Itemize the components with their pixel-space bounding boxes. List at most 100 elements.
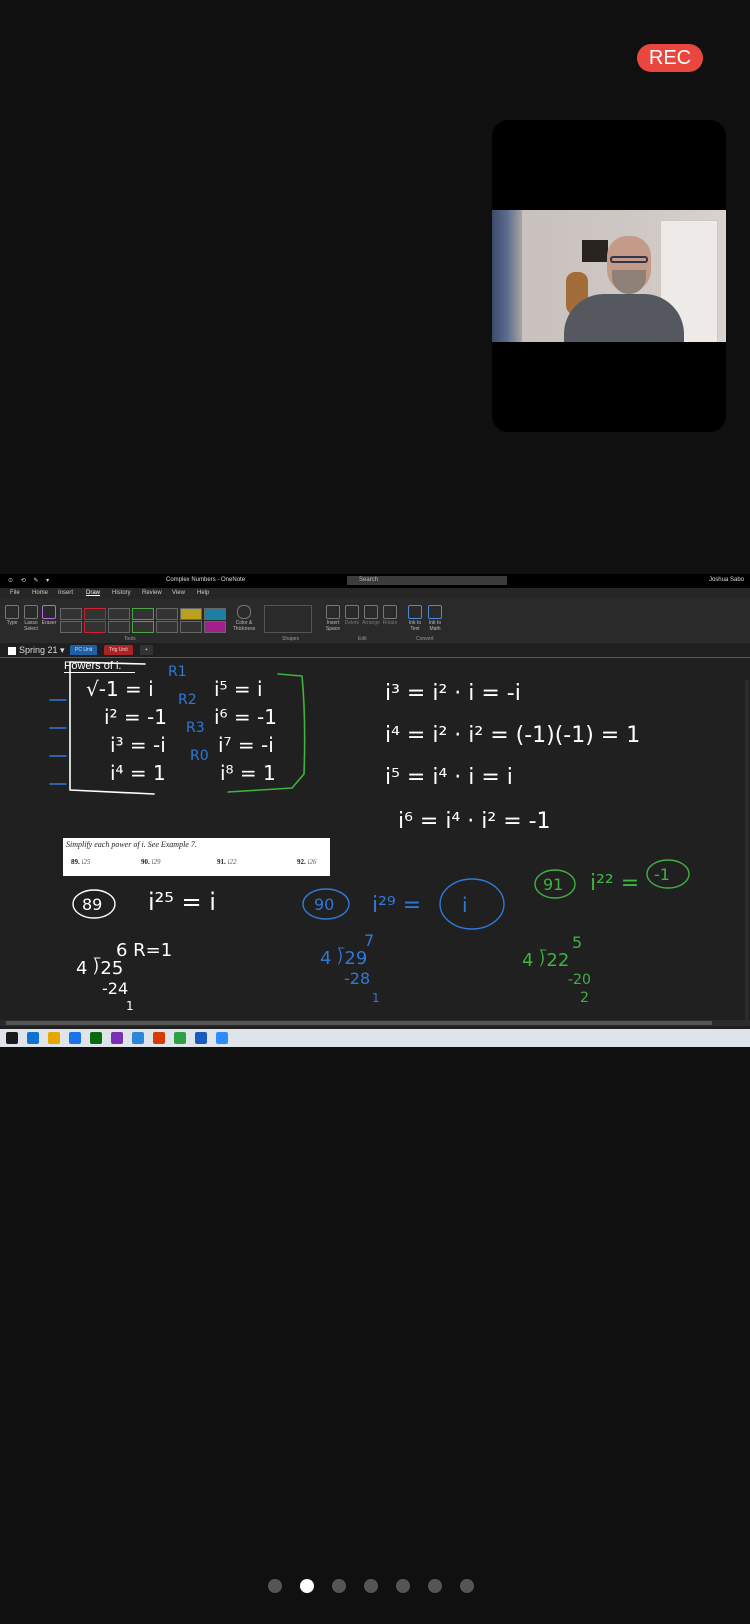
ink-minus-28: -28 <box>344 969 370 988</box>
eraser-tool[interactable]: Eraser <box>40 605 58 626</box>
ink-blue-dashes <box>49 699 67 785</box>
tab-draw[interactable]: Draw <box>86 590 100 596</box>
page-dot[interactable] <box>396 1579 410 1593</box>
page-dot[interactable] <box>300 1579 314 1593</box>
pen-gray-3[interactable] <box>180 621 202 633</box>
svg-text:89: 89 <box>82 895 102 914</box>
taskbar-app-icon[interactable] <box>48 1032 60 1044</box>
menu-tabs: File Home Insert Draw History Review Vie… <box>0 588 750 599</box>
pen-white[interactable] <box>156 608 178 620</box>
window-title: Complex Numbers - OneNote <box>166 577 246 583</box>
taskbar-app-icon[interactable] <box>216 1032 228 1044</box>
ink-remainder-1: 1 <box>126 999 134 1013</box>
pen-red[interactable] <box>84 608 106 620</box>
title-bar: ⊙ ⟲ ✎ ▾ Complex Numbers - OneNote Search… <box>0 574 750 588</box>
ink-to-math-button[interactable]: Ink to Math <box>426 605 444 632</box>
tab-home[interactable]: Home <box>32 590 48 596</box>
delete-button[interactable]: Delete <box>344 605 360 626</box>
tab-help[interactable]: Help <box>197 590 209 596</box>
highlighter-cyan[interactable] <box>204 608 226 620</box>
recording-badge: REC <box>637 44 703 72</box>
delete-icon <box>345 605 359 619</box>
page-dot[interactable] <box>332 1579 346 1593</box>
add-section-button[interactable]: + <box>140 645 153 655</box>
ink-i5-expansion: i⁵ = i⁴ · i = i <box>385 765 513 790</box>
exercise-91: 91. i22 <box>217 858 237 866</box>
ink-label-90: 90 <box>314 895 334 914</box>
tab-review[interactable]: Review <box>142 590 162 596</box>
ink-i3-expansion: i³ = i² · i = -i <box>385 681 521 706</box>
participant-video-tile[interactable] <box>492 120 726 432</box>
page-dot[interactable] <box>460 1579 474 1593</box>
horizontal-scroll-thumb[interactable] <box>6 1021 712 1025</box>
ink-i25-answer: i²⁵ = i <box>148 888 216 916</box>
search-placeholder: Search <box>359 577 379 583</box>
participant-video <box>492 210 726 342</box>
ink-label-89: 89 <box>82 895 102 914</box>
eraser-icon <box>42 605 56 619</box>
taskbar-app-icon[interactable] <box>153 1032 165 1044</box>
taskbar-app-icon[interactable] <box>174 1032 186 1044</box>
tab-history[interactable]: History <box>112 590 131 596</box>
ink-minus-20: -20 <box>568 972 591 988</box>
pen-green-2[interactable] <box>132 621 154 633</box>
arrange-button[interactable]: Arrange <box>362 605 380 626</box>
notebook-selector[interactable]: Spring 21 ▾ <box>8 645 65 656</box>
pen-red-2[interactable] <box>84 621 106 633</box>
page-dot[interactable] <box>428 1579 442 1593</box>
ink-i22: i²² = <box>590 871 639 896</box>
exercise-92: 92. i26 <box>297 858 317 866</box>
ink-i6-expansion: i⁶ = i⁴ · i² = -1 <box>398 809 551 834</box>
type-tool[interactable]: Type <box>4 605 20 626</box>
taskbar-app-icon[interactable] <box>195 1032 207 1044</box>
ink-to-text-button[interactable]: Ink to Text <box>406 605 424 632</box>
vertical-scrollbar[interactable] <box>745 680 749 1020</box>
ink-i4-expansion: i⁴ = i² · i² = (-1)(-1) = 1 <box>385 723 640 748</box>
ink-label-91: 91 <box>543 875 563 894</box>
ink-minus-24: -24 <box>102 979 128 998</box>
rotate-icon <box>383 605 397 619</box>
exercise-90: 90. i29 <box>141 858 161 866</box>
color-thickness-button[interactable]: Color & Thickness <box>232 605 256 632</box>
pen-gray[interactable] <box>108 608 130 620</box>
notebook-name: Spring 21 <box>19 645 58 655</box>
ink-r1: R1 <box>168 664 187 680</box>
lasso-select-tool[interactable]: Lasso Select <box>22 605 40 632</box>
pen-blue[interactable] <box>60 621 82 633</box>
insert-space-button[interactable]: Insert Space <box>324 605 342 632</box>
taskbar-app-icon[interactable] <box>132 1032 144 1044</box>
pen-green[interactable] <box>132 608 154 620</box>
tab-insert[interactable]: Insert <box>58 590 73 596</box>
highlighter-yellow[interactable] <box>180 608 202 620</box>
ink-r3: R3 <box>186 720 205 736</box>
taskbar-app-icon[interactable] <box>111 1032 123 1044</box>
textbook-exercise: Simplify each power of i. See Example 7.… <box>63 838 330 876</box>
group-edit-label: Edit <box>358 636 367 642</box>
horizontal-scrollbar[interactable] <box>0 1020 750 1026</box>
taskbar-app-icon[interactable] <box>6 1032 18 1044</box>
shapes-gallery[interactable] <box>264 605 312 633</box>
ink-remainder-1-b: 1 <box>372 991 380 1005</box>
tab-file[interactable]: File <box>10 590 20 596</box>
pen-black[interactable] <box>60 608 82 620</box>
user-name[interactable]: Joshua Sabo <box>709 577 744 583</box>
page-dot[interactable] <box>364 1579 378 1593</box>
pen-gray-2[interactable] <box>108 621 130 633</box>
search-input[interactable]: Search <box>347 576 507 585</box>
ink-to-text-icon <box>408 605 422 619</box>
taskbar-app-icon[interactable] <box>69 1032 81 1044</box>
type-icon <box>5 605 19 619</box>
rotate-button[interactable]: Rotate <box>382 605 398 626</box>
pen-white-2[interactable] <box>156 621 178 633</box>
ink-i3: i³ = -i <box>110 733 166 757</box>
quick-access-icons[interactable]: ⊙ ⟲ ✎ ▾ <box>8 577 52 584</box>
ink-4-into-22: 4 ⟌22 <box>522 950 569 971</box>
taskbar-app-icon[interactable] <box>27 1032 39 1044</box>
section-tab-pc-unit[interactable]: PC Unit <box>70 645 98 655</box>
tab-view[interactable]: View <box>172 590 185 596</box>
section-tab-trig-unit[interactable]: Trig Unit <box>104 645 133 655</box>
page-dot[interactable] <box>268 1579 282 1593</box>
ink-i5: i⁵ = i <box>214 677 263 701</box>
taskbar-app-icon[interactable] <box>90 1032 102 1044</box>
highlighter-magenta[interactable] <box>204 621 226 633</box>
